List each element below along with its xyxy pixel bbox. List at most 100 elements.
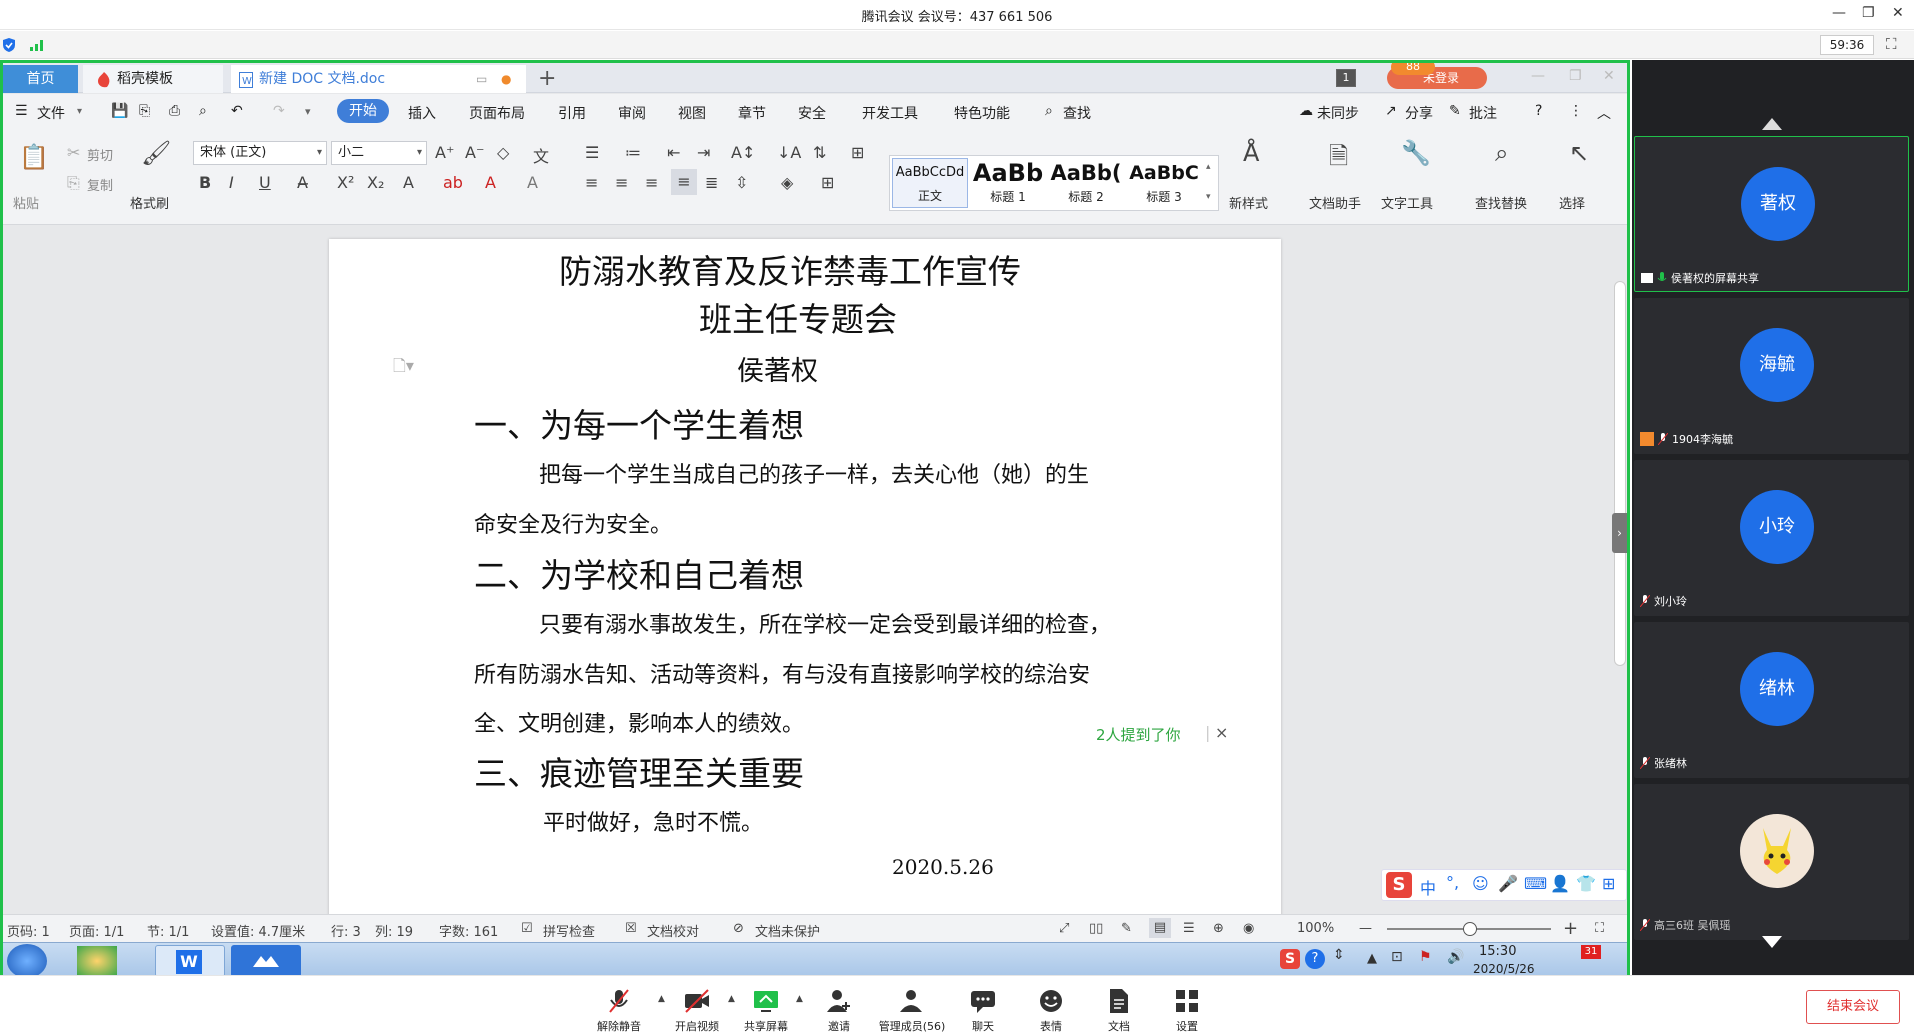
text-tool-icon[interactable]: 🔧 [1401, 139, 1431, 167]
select-cursor-icon[interactable]: ↖ [1569, 139, 1589, 167]
numbered-list-icon[interactable]: ≔ [625, 143, 641, 162]
status-proof[interactable]: 文档校对 [647, 921, 699, 940]
format-painter-label[interactable]: 格式刷 [130, 193, 169, 212]
close-icon[interactable]: ✕ [1892, 5, 1904, 21]
participant-tile[interactable]: 海毓 1904李海毓 [1634, 298, 1909, 454]
menu-file[interactable]: 文件 [37, 103, 65, 123]
status-words[interactable]: 字数: 161 [439, 921, 498, 940]
find-replace-icon[interactable]: ⌕ [1495, 139, 1508, 167]
zoom-value[interactable]: 100% [1297, 921, 1334, 936]
menu-sync[interactable]: 未同步 [1317, 103, 1359, 123]
app-icon[interactable] [77, 946, 117, 975]
format-painter-icon[interactable]: 🖌 [141, 139, 171, 167]
sogou-logo-icon[interactable]: S [1386, 872, 1412, 898]
emoji-icon[interactable]: ☺ [1472, 874, 1489, 893]
print-preview-icon[interactable]: ⌕ [199, 103, 207, 119]
participant-tile[interactable]: 著权 侯著权的屏幕共享 [1634, 136, 1909, 292]
style-scroll-down-icon[interactable]: ▾ [1206, 192, 1211, 202]
menu-share[interactable]: 分享 [1405, 103, 1433, 123]
zoom-out-icon[interactable]: — [1359, 921, 1372, 936]
export-icon[interactable]: ⎘ [139, 103, 150, 119]
wps-minimize-icon[interactable]: — [1531, 68, 1545, 84]
web-mode-icon[interactable]: ⊕ [1213, 921, 1224, 936]
italic-icon[interactable]: I [229, 173, 234, 192]
settings-button[interactable]: 设置 [1152, 976, 1222, 1035]
paragraph-spacing-icon[interactable]: ⇳ [735, 173, 748, 192]
subscript-icon[interactable]: X₂ [367, 173, 384, 192]
redo-icon[interactable]: ↷ [273, 103, 285, 119]
text-direction-icon[interactable]: A↕ [731, 143, 755, 162]
align-right-icon[interactable]: ≡ [645, 173, 658, 192]
new-tab-plus-icon[interactable]: + [538, 65, 556, 93]
font-color-icon[interactable]: A [485, 173, 496, 192]
bullet-list-icon[interactable]: ☰ [585, 143, 599, 162]
bold-icon[interactable]: B [199, 173, 211, 192]
read-mode-icon[interactable]: ▯▯ [1089, 921, 1103, 936]
menu-layout[interactable]: 页面布局 [469, 103, 525, 123]
font-family-select[interactable]: 宋体 (正文) ▾ [193, 141, 327, 165]
proof-icon[interactable]: ☒ [625, 921, 637, 936]
protect-icon[interactable]: ⊘ [733, 921, 744, 936]
mention-close-icon[interactable]: × [1215, 723, 1228, 742]
search-icon[interactable]: ⌕ [1045, 103, 1053, 119]
style-scroll-up-icon[interactable]: ▴ [1206, 162, 1211, 172]
print-icon[interactable]: ⎙ [169, 103, 180, 119]
style-heading1[interactable]: AaBb 标题 1 [970, 158, 1046, 208]
sort-icon[interactable]: ↓A [777, 143, 801, 162]
menu-reference[interactable]: 引用 [558, 103, 586, 123]
participant-tile[interactable]: 绪林 张绪林 [1634, 622, 1909, 778]
cut-label[interactable]: 剪切 [87, 145, 113, 164]
participant-tile[interactable]: 高三6班 吴佩瑶 [1634, 784, 1909, 940]
scroll-up-icon[interactable] [1762, 118, 1782, 130]
taskbar-meeting-button[interactable] [231, 945, 301, 975]
menu-comment[interactable]: 批注 [1469, 103, 1497, 123]
help-icon[interactable]: ? [1535, 103, 1542, 119]
invite-button[interactable]: 邀请 [804, 976, 874, 1035]
style-normal[interactable]: AaBbCcDd 正文 [892, 158, 968, 208]
phonetic-icon[interactable]: 文 [533, 143, 549, 167]
tray-arrow-icon[interactable]: ▲ [1367, 951, 1377, 966]
find-replace-label[interactable]: 查找替换 [1475, 193, 1527, 212]
tray-network-icon[interactable]: ⊡ [1391, 949, 1403, 965]
share-icon[interactable]: ↗ [1385, 103, 1397, 119]
underline-icon[interactable]: U [259, 173, 271, 192]
more-icon[interactable]: ⋮ [1569, 103, 1583, 119]
tray-volume-icon[interactable]: 🔊 [1447, 949, 1464, 965]
highlight-icon[interactable]: ab [443, 173, 463, 192]
emoji-button[interactable]: 表情 [1016, 976, 1086, 1035]
fullscreen-icon[interactable]: ⛶ [1886, 35, 1897, 53]
menu-developer[interactable]: 开发工具 [862, 103, 918, 123]
docs-button[interactable]: 文档 [1084, 976, 1154, 1035]
superscript-icon[interactable]: X² [337, 173, 354, 192]
start-button-icon[interactable] [7, 944, 47, 975]
fullscreen-view-icon[interactable]: ⛶ [1595, 921, 1604, 936]
tray-calendar-badge[interactable]: 31 [1581, 945, 1601, 959]
tab-template[interactable]: 稻壳模板 [83, 65, 223, 93]
cut-icon[interactable]: ✂ [67, 143, 80, 162]
ime-lang[interactable]: 中 [1420, 875, 1436, 899]
font-size-select[interactable]: 小二 ▾ [331, 141, 427, 165]
style-heading2[interactable]: AaBb( 标题 2 [1048, 158, 1124, 208]
text-tool-label[interactable]: 文字工具 [1381, 193, 1433, 212]
keyboard-icon[interactable]: ⌨ [1524, 874, 1547, 893]
align-left-icon[interactable]: ≡ [585, 173, 598, 192]
collapse-ribbon-icon[interactable]: ︿ [1597, 103, 1611, 123]
doc-helper-label[interactable]: 文档助手 [1309, 193, 1361, 212]
menu-icon[interactable]: ☰ [15, 103, 28, 119]
distributed-icon[interactable]: ≣ [705, 173, 718, 192]
chat-button[interactable]: 聊天 [948, 976, 1018, 1035]
menu-start[interactable]: 开始 [337, 99, 389, 123]
wps-restore-icon[interactable]: ❐ [1569, 68, 1582, 84]
menu-insert[interactable]: 插入 [408, 103, 436, 123]
shrink-font-icon[interactable]: A⁻ [465, 143, 484, 162]
scroll-down-icon[interactable] [1762, 936, 1782, 948]
chevron-down-icon[interactable]: ▾ [77, 106, 82, 117]
menu-chapter[interactable]: 章节 [738, 103, 766, 123]
manage-members-button[interactable]: 管理成员(56) [876, 976, 948, 1035]
clear-format-icon[interactable]: ◇ [497, 143, 509, 162]
strikethrough-icon[interactable]: A̶ [297, 173, 308, 192]
tray-expand-icon[interactable]: ⇕ [1333, 947, 1345, 963]
save-icon[interactable]: 💾 [111, 103, 128, 119]
user-icon[interactable]: 👤 [1550, 874, 1570, 893]
status-protect[interactable]: 文档未保护 [755, 921, 820, 940]
